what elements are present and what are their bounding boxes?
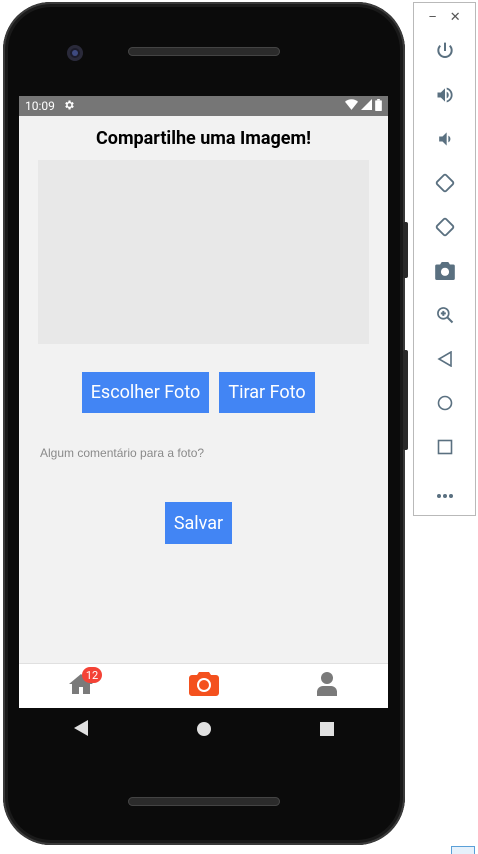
rotate-right-button[interactable] <box>414 207 475 251</box>
comment-input[interactable] <box>40 444 360 462</box>
zoom-icon <box>435 305 455 329</box>
top-speaker <box>128 47 280 56</box>
page-title: Compartilhe uma Imagem! <box>96 128 311 149</box>
volume-down-icon <box>435 129 455 153</box>
more-icon <box>436 484 454 503</box>
tab-camera[interactable] <box>142 664 265 708</box>
android-nav-bar <box>19 708 388 752</box>
take-photo-button[interactable]: Tirar Foto <box>219 372 315 413</box>
tab-home[interactable]: 12 <box>19 664 142 708</box>
power-button[interactable] <box>414 31 475 75</box>
rotate-left-icon <box>434 172 456 198</box>
emu-back-button[interactable] <box>414 339 475 383</box>
emu-overview-button[interactable] <box>414 427 475 471</box>
settings-gear-icon <box>63 99 75 114</box>
screenshot-button[interactable] <box>414 251 475 295</box>
user-icon <box>316 672 337 700</box>
recents-icon[interactable] <box>319 721 334 740</box>
emu-home-button[interactable] <box>414 383 475 427</box>
image-preview <box>38 160 369 344</box>
overview-icon <box>437 439 453 459</box>
notification-badge: 12 <box>82 667 102 683</box>
power-icon <box>435 41 455 65</box>
side-button-power[interactable] <box>403 222 408 278</box>
status-bar: 10:09 <box>19 96 388 116</box>
signal-icon <box>361 99 372 113</box>
rotate-right-icon <box>434 216 456 242</box>
device-screen: 10:09 Compartilhe uma Imagem! Escolher F… <box>19 96 388 708</box>
bottom-tab-bar: 12 <box>19 663 388 708</box>
side-button-volume[interactable] <box>403 350 408 450</box>
battery-icon <box>375 98 382 114</box>
rotate-left-button[interactable] <box>414 163 475 207</box>
status-time: 10:09 <box>25 99 55 113</box>
volume-down-button[interactable] <box>414 119 475 163</box>
back-icon[interactable] <box>73 720 88 740</box>
back-icon <box>436 350 453 371</box>
choose-photo-button[interactable]: Escolher Foto <box>82 372 209 413</box>
bottom-speaker <box>128 797 280 806</box>
wifi-icon <box>345 99 358 113</box>
volume-up-button[interactable] <box>414 75 475 119</box>
volume-up-icon <box>435 85 455 109</box>
home-circle-icon[interactable] <box>196 721 211 740</box>
close-icon[interactable]: ✕ <box>450 10 461 25</box>
camera-icon <box>188 672 219 700</box>
screenshot-icon <box>434 262 455 284</box>
minimize-icon[interactable]: – <box>428 10 437 25</box>
zoom-button[interactable] <box>414 295 475 339</box>
emulator-toolbar: – ✕ <box>413 2 476 516</box>
emu-more-button[interactable] <box>414 471 475 515</box>
tab-profile[interactable] <box>265 664 388 708</box>
save-button[interactable]: Salvar <box>165 502 232 544</box>
home-icon <box>437 395 453 415</box>
front-camera <box>67 45 83 61</box>
